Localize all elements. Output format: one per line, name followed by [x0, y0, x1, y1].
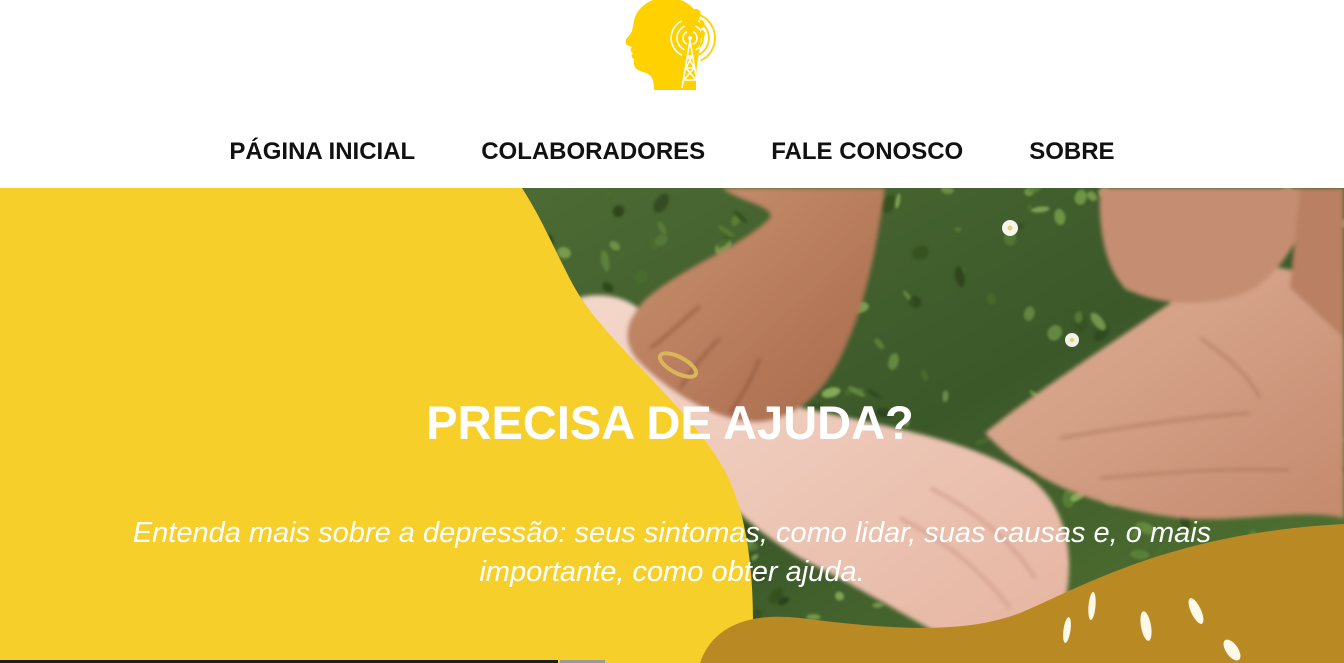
daisy-flower	[1002, 220, 1018, 236]
nav-link-pagina-inicial[interactable]: PÁGINA INICIAL	[229, 136, 415, 168]
nav-link-fale-conosco[interactable]: FALE CONOSCO	[771, 136, 963, 168]
daisy-flower	[1065, 333, 1079, 347]
hero-subtitle: Entenda mais sobre a depressão: seus sin…	[132, 517, 1212, 588]
hero-title: PRECISA DE AJUDA?	[426, 396, 914, 449]
main-nav: PÁGINA INICIAL COLABORADORES FALE CONOSC…	[0, 136, 1344, 168]
nav-link-sobre[interactable]: SOBRE	[1029, 136, 1114, 168]
nav-item-pagina-inicial: PÁGINA INICIAL	[229, 136, 415, 168]
nav-item-colaboradores: COLABORADORES	[481, 136, 705, 168]
nav-item-fale-conosco: FALE CONOSCO	[771, 136, 963, 168]
site-header: PÁGINA INICIAL COLABORADORES FALE CONOSC…	[0, 0, 1344, 188]
logo-link[interactable]	[626, 0, 718, 90]
nav-item-sobre: SOBRE	[1029, 136, 1114, 168]
head-radio-tower-logo-icon	[626, 0, 716, 90]
hero-section: PRECISA DE AJUDA? Entenda mais sobre a d…	[0, 188, 1344, 663]
nav-link-colaboradores[interactable]: COLABORADORES	[481, 136, 705, 168]
